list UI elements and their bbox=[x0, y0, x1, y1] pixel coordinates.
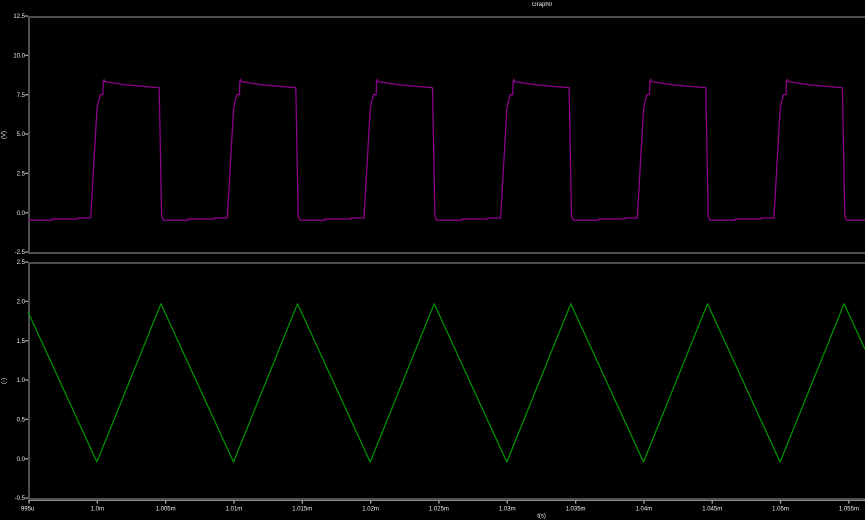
svg-text:(V): (V) bbox=[2, 131, 8, 139]
svg-text:1.025m: 1.025m bbox=[429, 507, 449, 513]
svg-text:1.03m: 1.03m bbox=[499, 507, 516, 513]
svg-text:1.015m: 1.015m bbox=[292, 507, 312, 513]
svg-text:1.01m: 1.01m bbox=[226, 507, 243, 513]
svg-text:1.045m: 1.045m bbox=[702, 507, 722, 513]
svg-text:t(s): t(s) bbox=[537, 514, 546, 520]
svg-text:1.5: 1.5 bbox=[17, 339, 26, 345]
svg-text:1.04m: 1.04m bbox=[636, 507, 653, 513]
svg-text:995u: 995u bbox=[21, 507, 34, 513]
svg-text:2.5: 2.5 bbox=[17, 260, 26, 266]
svg-text:10.0: 10.0 bbox=[13, 53, 25, 59]
svg-text:-2.5: -2.5 bbox=[15, 250, 26, 256]
svg-text:1.055m: 1.055m bbox=[839, 507, 859, 513]
svg-text:2.0: 2.0 bbox=[17, 299, 26, 305]
svg-text:-0.5: -0.5 bbox=[15, 496, 26, 502]
svg-text:7.5: 7.5 bbox=[17, 93, 26, 99]
svg-text:0.5: 0.5 bbox=[17, 417, 26, 423]
svg-text:1.005m: 1.005m bbox=[156, 507, 176, 513]
svg-text:12.5: 12.5 bbox=[13, 14, 25, 20]
svg-text:(-): (-) bbox=[2, 378, 8, 384]
svg-text:5.0: 5.0 bbox=[17, 132, 26, 138]
svg-text:0.0: 0.0 bbox=[17, 211, 26, 217]
svg-text:1.05m: 1.05m bbox=[772, 507, 789, 513]
svg-text:0.0: 0.0 bbox=[17, 457, 26, 463]
svg-text:1.0: 1.0 bbox=[17, 378, 26, 384]
svg-text:Graph0: Graph0 bbox=[532, 2, 553, 8]
svg-text:1.0m: 1.0m bbox=[91, 507, 104, 513]
svg-text:1.02m: 1.02m bbox=[362, 507, 379, 513]
svg-text:1.035m: 1.035m bbox=[566, 507, 586, 513]
svg-text:2.5: 2.5 bbox=[17, 171, 26, 177]
